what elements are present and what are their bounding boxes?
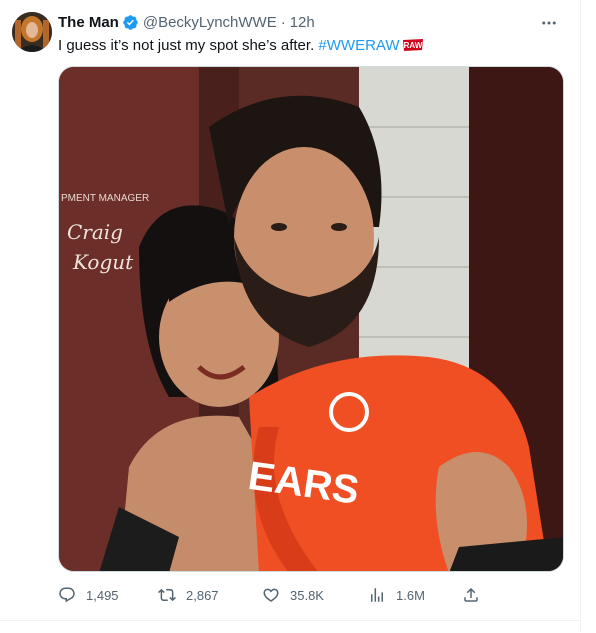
timeline-border bbox=[580, 0, 581, 632]
retweet-icon bbox=[158, 588, 176, 602]
tweet-body: I guess it’s not just my spot she’s afte… bbox=[58, 37, 319, 54]
tweet-text: I guess it’s not just my spot she’s afte… bbox=[58, 36, 424, 56]
raw-hashflag-icon: RAW bbox=[402, 39, 423, 51]
next-tweet-divider bbox=[0, 620, 580, 633]
reply-count: 1,495 bbox=[86, 587, 119, 603]
like-icon bbox=[263, 588, 279, 602]
more-button[interactable] bbox=[536, 10, 562, 36]
photo-sign-name2: Kogut bbox=[72, 250, 134, 274]
raw-logo-text: RAW bbox=[403, 41, 422, 50]
avatar[interactable] bbox=[12, 12, 52, 52]
views-icon bbox=[371, 588, 383, 602]
views-count: 1.6M bbox=[396, 587, 425, 603]
photo-sign-title: PMENT MANAGER bbox=[61, 193, 149, 204]
tweet-actions: 1,495 2,867 35.8K 1.6M bbox=[58, 582, 498, 608]
share-button[interactable] bbox=[462, 582, 490, 608]
share-icon bbox=[464, 587, 478, 602]
separator-dot: · bbox=[280, 13, 286, 31]
tweet[interactable]: The Man @BeckyLynchWWE · 12h I guess it’… bbox=[0, 0, 580, 632]
reply-icon bbox=[59, 587, 75, 603]
retweet-count: 2,867 bbox=[186, 587, 219, 603]
photo-sign-name1: Craig bbox=[67, 220, 123, 244]
verified-icon bbox=[123, 14, 138, 30]
handle[interactable]: @BeckyLynchWWE bbox=[143, 14, 277, 31]
reply-button[interactable]: 1,495 bbox=[58, 582, 119, 608]
like-count: 35.8K bbox=[290, 587, 324, 603]
timestamp[interactable]: 12h bbox=[290, 14, 315, 31]
tweet-photo[interactable]: PMENT MANAGER Craig Kogut EARS bbox=[58, 66, 564, 572]
like-button[interactable]: 35.8K bbox=[262, 582, 324, 608]
display-name[interactable]: The Man bbox=[58, 14, 119, 31]
tweet-header: The Man @BeckyLynchWWE · 12h bbox=[58, 12, 315, 32]
hashtag-link[interactable]: #WWERAW bbox=[318, 37, 399, 54]
more-icon bbox=[542, 21, 556, 25]
retweet-button[interactable]: 2,867 bbox=[158, 582, 219, 608]
views-button[interactable]: 1.6M bbox=[368, 582, 425, 608]
